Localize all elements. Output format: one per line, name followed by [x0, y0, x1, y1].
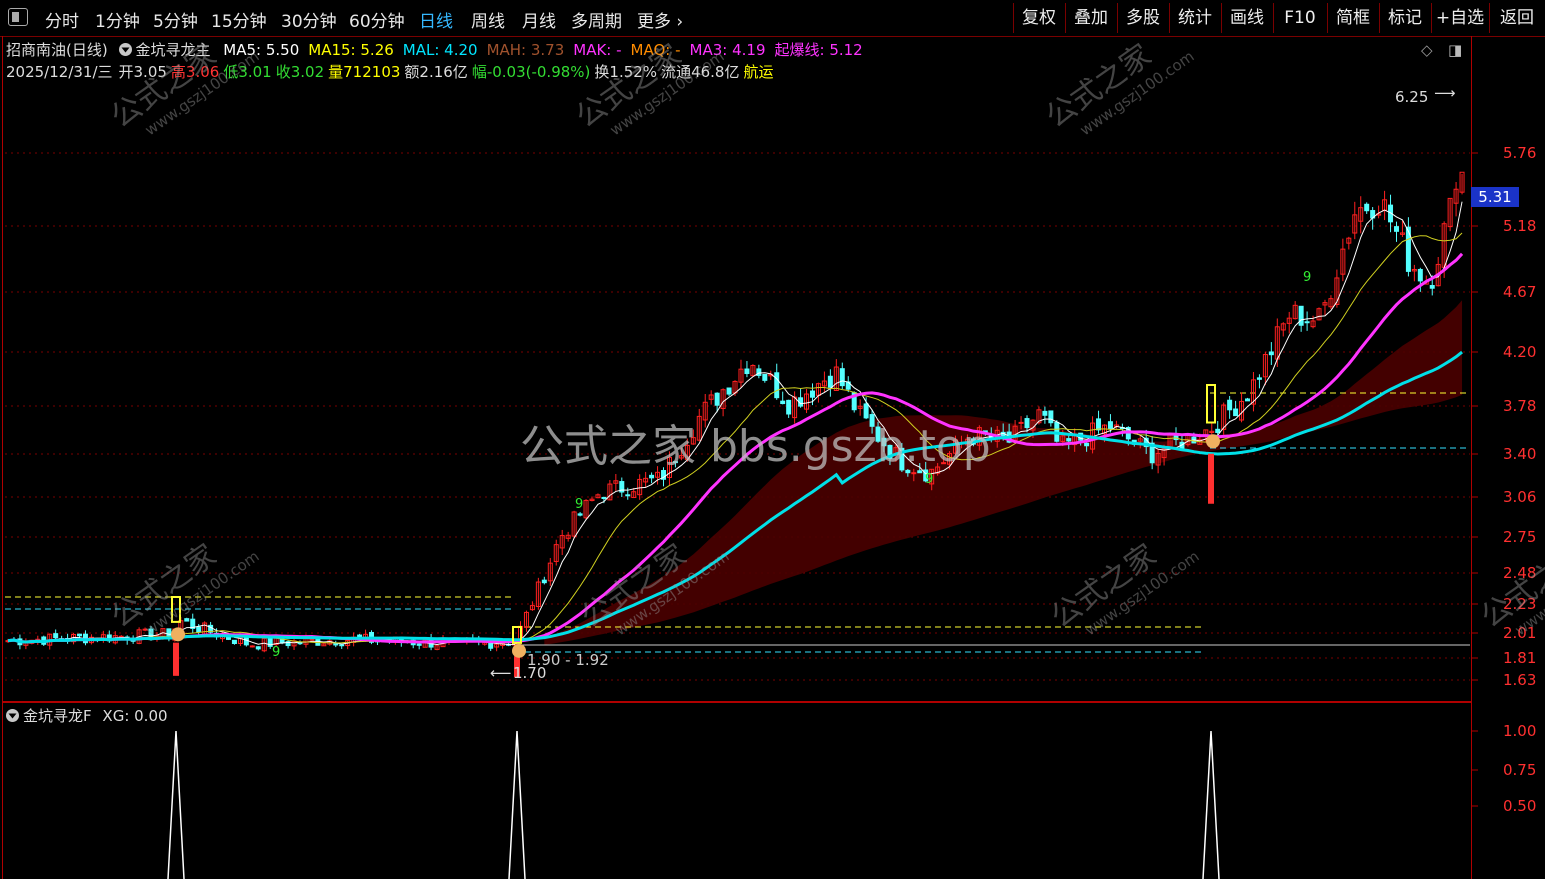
high-arrow-icon: ⟶ — [1434, 84, 1456, 102]
signal-marker — [171, 627, 185, 642]
candle-body — [1233, 408, 1239, 417]
candle-body — [1048, 410, 1054, 424]
candle-body — [827, 375, 833, 388]
candle-body — [774, 372, 780, 399]
candle-body — [744, 368, 750, 375]
candle-body — [297, 642, 303, 645]
candle-body — [184, 618, 190, 622]
nine-mark: 9 — [925, 472, 934, 487]
candle-body — [809, 390, 815, 398]
candle-body — [577, 513, 583, 516]
candle-body — [1107, 421, 1113, 430]
candle-body — [839, 368, 845, 387]
candle-body — [339, 644, 345, 647]
candle-body — [1417, 268, 1423, 282]
xg-signal-spike — [167, 730, 185, 879]
candle-body — [1304, 321, 1310, 324]
candle-body — [309, 638, 315, 641]
signal-marker — [1208, 453, 1214, 504]
low-arrow-icon: ⟵ — [490, 664, 512, 682]
candle-body — [77, 633, 83, 637]
candle-body — [649, 474, 655, 479]
candle-body — [196, 626, 202, 633]
candle-body — [53, 633, 59, 639]
candle-body — [714, 392, 720, 406]
candle-body — [1018, 421, 1024, 424]
signal-marker — [512, 643, 526, 658]
signal-marker — [1206, 384, 1216, 424]
range-label: 1.90 - 1.92 — [527, 651, 609, 669]
candle-body — [1042, 410, 1048, 416]
candle-body — [1084, 442, 1090, 447]
candle-body — [1215, 428, 1221, 433]
candle-body — [255, 646, 261, 650]
candle-body — [1024, 418, 1030, 429]
xg-signal-spike — [508, 730, 526, 879]
candle-body — [1364, 203, 1370, 212]
candle-body — [1429, 285, 1435, 289]
candle-body — [1268, 351, 1274, 356]
candle-body — [601, 496, 607, 500]
candle-body — [1066, 438, 1072, 442]
candle-body — [780, 400, 786, 405]
candle-body — [762, 374, 768, 381]
candle-body — [1393, 226, 1399, 232]
center-watermark: 公式之家 bbs.gszb.top — [520, 421, 991, 472]
nine-mark: 9 — [1303, 270, 1312, 285]
candle-body — [1298, 305, 1304, 326]
candle-body — [231, 639, 237, 644]
candle-body — [1256, 377, 1262, 380]
xg-signal-spike — [1202, 730, 1220, 879]
nine-mark: 9 — [575, 497, 584, 512]
candle-body — [541, 579, 547, 584]
high-label: 6.25 — [1395, 88, 1429, 106]
signal-marker — [1206, 434, 1220, 449]
candle-body — [625, 494, 631, 497]
candle-body — [1245, 398, 1251, 402]
candle-body — [1096, 418, 1102, 431]
candle-body — [1227, 399, 1233, 411]
candle-body — [726, 387, 732, 395]
candle-body — [249, 645, 255, 648]
signal-marker — [173, 642, 179, 676]
candle-body — [225, 636, 231, 640]
candle-body — [416, 643, 422, 646]
nine-mark: 9 — [272, 645, 281, 660]
